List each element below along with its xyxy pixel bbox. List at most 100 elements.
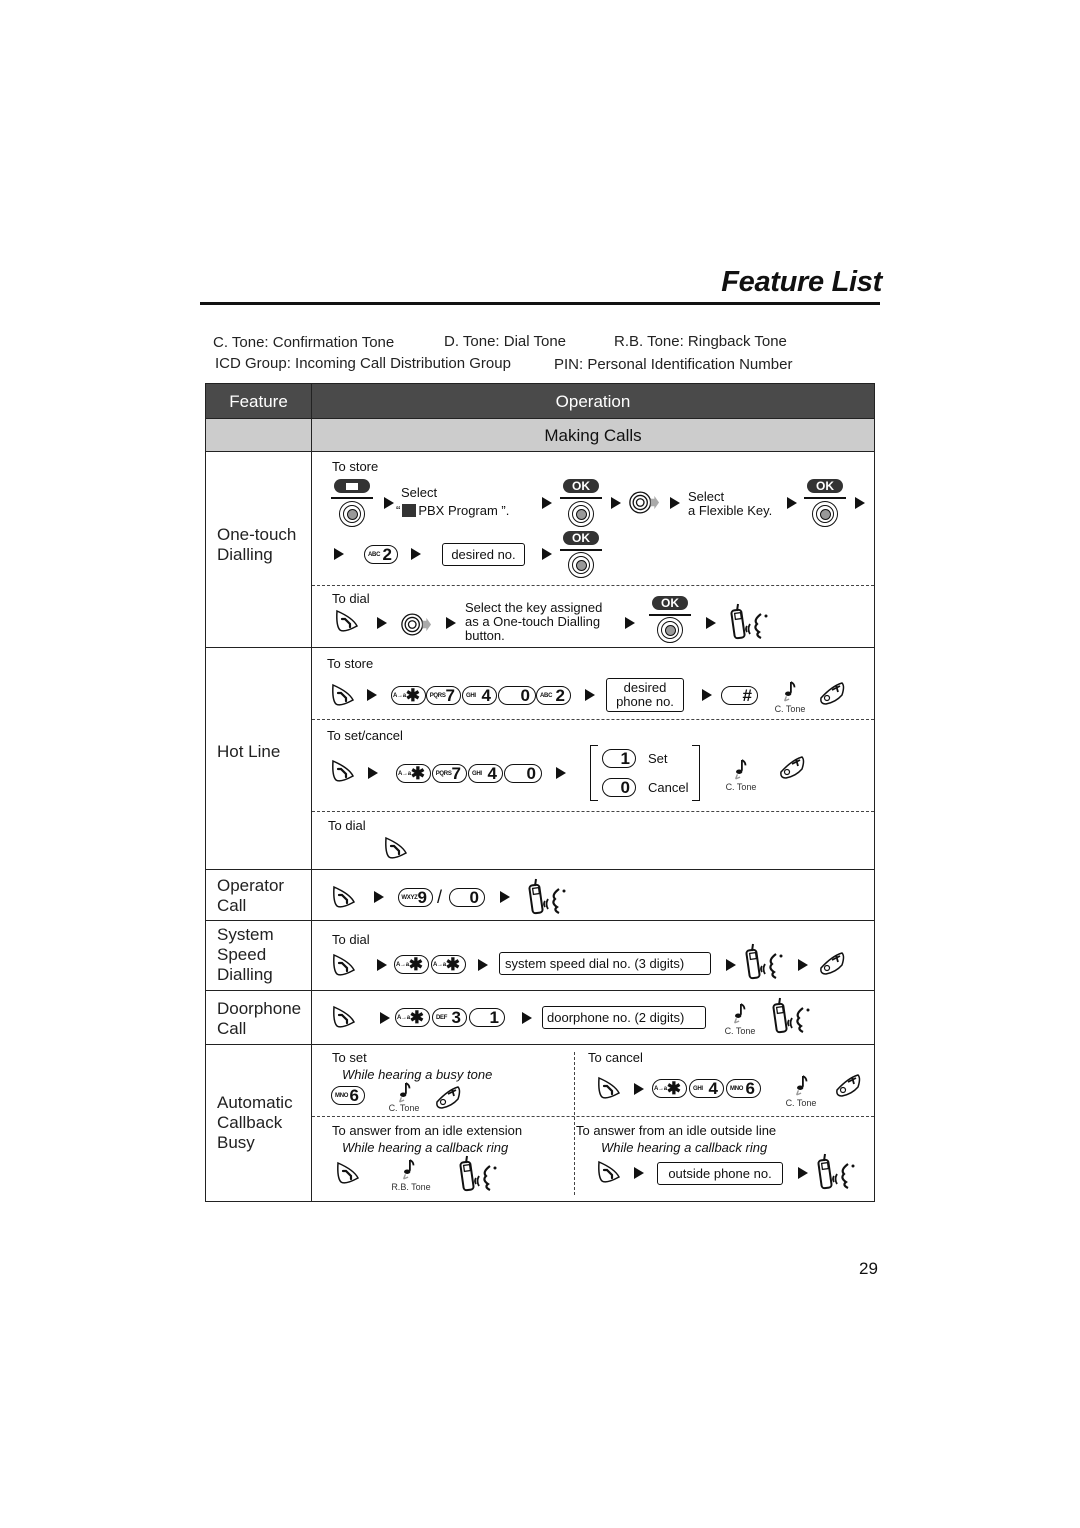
key-hash[interactable]: # — [721, 686, 758, 705]
arrow-right-icon — [787, 497, 797, 509]
key-2[interactable]: ABC 2 — [536, 686, 571, 705]
key-letters: MNO — [335, 1092, 349, 1099]
off-hook-icon[interactable] — [335, 1160, 361, 1186]
navigator-key-icon[interactable] — [812, 501, 838, 527]
key-star[interactable]: A→a ✱ — [431, 955, 466, 974]
off-hook-icon[interactable] — [331, 1004, 357, 1030]
bracket-right — [692, 745, 700, 801]
answer-extension-text: To answer from an idle extension — [332, 1123, 523, 1138]
key-digit: 0 — [526, 764, 536, 783]
key-letters: PQRS — [435, 770, 452, 777]
select-text: Select — [401, 485, 438, 500]
key-star[interactable]: A→a ✱ — [396, 764, 431, 783]
key-3[interactable]: DEF 3 — [432, 1008, 467, 1027]
arrow-right-icon — [798, 959, 808, 971]
arrow-right-icon — [726, 959, 736, 971]
or-slash: / — [437, 887, 443, 907]
feature-one-touch-dialling: One-touch Dialling — [217, 525, 296, 565]
key-9[interactable]: WXYZ 9 — [398, 888, 433, 907]
key-7[interactable]: PQRS 7 — [426, 686, 461, 705]
key-6[interactable]: MNO 6 — [726, 1079, 761, 1098]
arrow-right-icon — [634, 1083, 644, 1095]
key-letters: DEF — [436, 1014, 448, 1021]
set-label: Set — [648, 751, 668, 766]
on-hook-icon[interactable] — [834, 1072, 862, 1098]
arrow-right-icon — [500, 891, 510, 903]
arrow-right-icon — [374, 891, 384, 903]
select-key-text-1: Select the key assigned — [465, 600, 603, 615]
key-star[interactable]: A→a ✱ — [652, 1079, 687, 1098]
key-star[interactable]: A→a ✱ — [391, 686, 426, 705]
on-hook-icon[interactable] — [818, 950, 846, 976]
tone-icon — [732, 758, 750, 780]
feature-doorphone-call: Doorphone Call — [217, 999, 301, 1039]
key-2[interactable]: ABC 2 — [364, 545, 398, 564]
legend-c-tone: C. Tone: Confirmation Tone — [213, 334, 395, 351]
off-hook-icon[interactable] — [596, 1159, 622, 1185]
section-making-calls: Making Calls — [544, 426, 642, 445]
jog-dial-icon[interactable] — [400, 612, 432, 637]
legend-d-tone: D. Tone: Dial Tone — [444, 333, 567, 350]
navigator-key-icon[interactable] — [568, 552, 594, 578]
ok-button[interactable]: OK — [652, 596, 688, 610]
feature-operator-call: Operator Call — [217, 876, 284, 916]
pbx-program-label: PBX Program ”. — [418, 503, 510, 518]
key-divider — [560, 549, 602, 551]
on-hook-icon[interactable] — [434, 1084, 462, 1110]
feature-name-line: Dialling — [217, 545, 273, 564]
jog-dial-icon[interactable] — [628, 490, 660, 515]
arrow-right-icon — [670, 497, 680, 509]
arrow-right-icon — [377, 617, 387, 629]
pbx-program-text: “ PBX Program ”. — [396, 504, 509, 518]
arrow-right-icon — [625, 617, 635, 629]
select-key-text-2: as a One-touch Dialling — [465, 614, 601, 629]
key-6[interactable]: MNO 6 — [331, 1086, 365, 1105]
navigator-key-icon[interactable] — [568, 501, 594, 527]
key-0[interactable]: 0 — [504, 764, 542, 783]
key-letters: GHI — [693, 1085, 703, 1092]
key-letters: A→a — [397, 770, 411, 777]
while-callback-text: While hearing a callback ring — [342, 1140, 509, 1155]
off-hook-icon[interactable] — [330, 682, 356, 708]
menu-icon — [345, 481, 359, 491]
feature-table: Feature Operation Making Calls One-touch… — [205, 383, 875, 1202]
off-hook-icon[interactable] — [596, 1075, 622, 1101]
key-1[interactable]: 1 — [602, 749, 636, 768]
menu-key[interactable] — [334, 479, 370, 493]
dashed-separator — [312, 719, 874, 720]
key-4[interactable]: GHI 4 — [468, 764, 503, 783]
arrow-right-icon — [411, 548, 421, 560]
key-0[interactable]: 0 — [449, 888, 485, 907]
key-star[interactable]: A→a ✱ — [395, 1008, 430, 1027]
label-to-store: To store — [332, 459, 379, 474]
on-hook-icon[interactable] — [778, 754, 806, 780]
ok-button[interactable]: OK — [563, 479, 599, 493]
ok-button[interactable]: OK — [563, 531, 599, 545]
bracket-left — [590, 745, 598, 801]
key-digit: 0 — [520, 686, 530, 705]
off-hook-icon[interactable] — [383, 835, 409, 861]
ok-button[interactable]: OK — [807, 479, 843, 493]
navigator-key-icon[interactable] — [657, 617, 683, 643]
feature-name-line: Callback — [217, 1113, 283, 1132]
key-1[interactable]: 1 — [469, 1008, 505, 1027]
off-hook-icon[interactable] — [334, 608, 360, 634]
key-0[interactable]: 0 — [602, 778, 636, 797]
off-hook-icon[interactable] — [331, 884, 357, 910]
feature-automatic-callback-busy: Automatic Callback Busy — [217, 1093, 293, 1153]
talk-icon — [770, 996, 812, 1036]
row-divider — [206, 990, 874, 991]
key-0[interactable]: 0 — [498, 686, 536, 705]
key-star[interactable]: A→a ✱ — [394, 955, 429, 974]
off-hook-icon[interactable] — [331, 952, 357, 978]
navigator-key-icon[interactable] — [339, 501, 365, 527]
answer-outside-line-text: To answer from an idle outside line — [576, 1123, 777, 1138]
talk-icon — [526, 877, 568, 917]
off-hook-icon[interactable] — [330, 758, 356, 784]
key-7[interactable]: PQRS 7 — [432, 764, 467, 783]
key-4[interactable]: GHI 4 — [462, 686, 497, 705]
key-digit: 2 — [382, 545, 392, 564]
legend-rb-tone: R.B. Tone: Ringback Tone — [614, 333, 787, 350]
on-hook-icon[interactable] — [818, 680, 846, 706]
key-4[interactable]: GHI 4 — [689, 1079, 724, 1098]
